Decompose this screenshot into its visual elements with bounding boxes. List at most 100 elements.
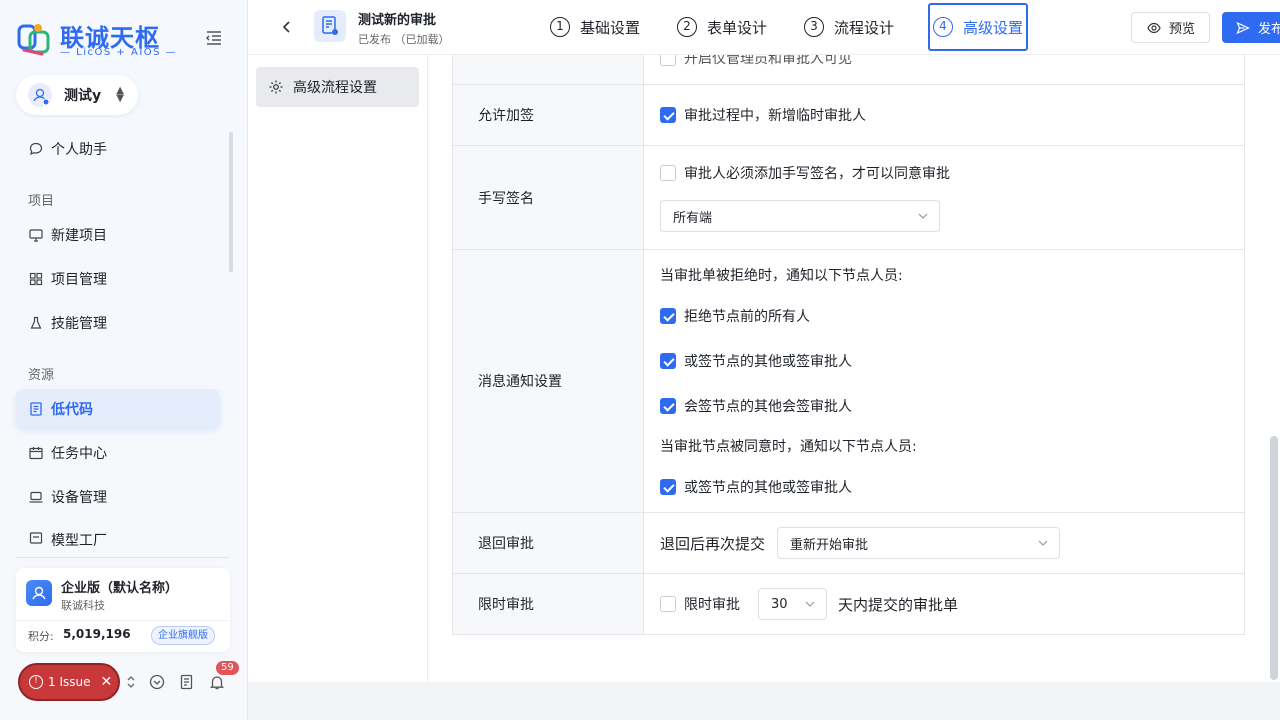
- row-value: 退回后再次提交 重新开始审批: [643, 512, 1245, 574]
- factory-icon: [29, 532, 43, 544]
- back-arrow-icon[interactable]: [278, 17, 296, 37]
- org-name: 企业版（默认名称）: [61, 581, 179, 596]
- nav-label: 技能管理: [51, 316, 107, 332]
- step-number: 2: [677, 17, 697, 37]
- step-number: 1: [550, 17, 570, 37]
- expand-collapse-icon[interactable]: [122, 673, 140, 691]
- brand-subtitle: — LicOS + AIOS —: [60, 47, 178, 58]
- workspace-select[interactable]: 测试y ▲ ▼: [16, 75, 138, 115]
- reject-notify-title: 当审批单被拒绝时，通知以下节点人员:: [660, 268, 903, 284]
- reject-option-checkbox[interactable]: [660, 308, 676, 324]
- nav-label: 项目管理: [51, 272, 107, 288]
- add-sign-option: 审批过程中，新增临时审批人: [684, 108, 866, 124]
- row-label: [452, 55, 644, 85]
- chevron-down-icon: [805, 601, 815, 607]
- workspace-avatar: [28, 83, 52, 107]
- nav-item-project-manage[interactable]: 项目管理: [16, 259, 220, 299]
- flask-icon: [30, 316, 42, 329]
- step-flow-design[interactable]: 3 流程设计: [804, 8, 894, 46]
- workspace-caret-icon: ▲ ▼: [116, 85, 124, 104]
- nav-advanced-flow-settings[interactable]: 高级流程设置: [256, 67, 419, 107]
- reject-option-checkbox[interactable]: [660, 398, 676, 414]
- step-label: 流程设计: [834, 18, 895, 37]
- row-value: 审批过程中，新增临时审批人: [643, 84, 1245, 146]
- step-label: 基础设置: [580, 18, 641, 37]
- monitor-icon: [29, 229, 43, 242]
- nav-item-model-factory[interactable]: 模型工厂: [16, 520, 220, 550]
- settings-nav-panel: 高级流程设置: [248, 55, 428, 682]
- add-sign-checkbox[interactable]: [660, 107, 676, 123]
- approve-option-label: 或签节点的其他或签审批人: [684, 480, 852, 496]
- handwrite-checkbox[interactable]: [660, 165, 676, 181]
- timelimit-suffix: 天内提交的审批单: [838, 595, 959, 614]
- chat-icon: [29, 142, 43, 156]
- timelimit-checkbox[interactable]: [660, 596, 676, 612]
- nav-section-resource: 资源: [28, 368, 55, 383]
- issue-label: 1 Issue: [48, 675, 91, 689]
- timelimit-days-select[interactable]: 30: [758, 588, 827, 620]
- step-number: 3: [804, 17, 824, 37]
- content-scrollbar[interactable]: [1270, 436, 1278, 680]
- step-form-design[interactable]: 2 表单设计: [677, 8, 767, 46]
- nav-item-task-center[interactable]: 任务中心: [16, 433, 220, 473]
- table-row: 消息通知设置 当审批单被拒绝时，通知以下节点人员: 拒绝节点前的所有人 或签节点…: [452, 249, 1245, 513]
- handwrite-option: 审批人必须添加手写签名，才可以同意审批: [684, 166, 950, 182]
- select-value: 所有端: [673, 210, 713, 226]
- nav-item-skill-manage[interactable]: 技能管理: [16, 303, 220, 343]
- document-icon: [30, 402, 42, 416]
- issue-button[interactable]: ! 1 Issue ✕: [18, 663, 120, 701]
- publish-button[interactable]: 发布: [1222, 12, 1280, 43]
- nav-item-device-manage[interactable]: 设备管理: [16, 477, 220, 517]
- gear-icon: [269, 80, 283, 94]
- step-advanced-settings[interactable]: 4 高级设置: [928, 3, 1029, 51]
- form-document-icon[interactable]: [178, 673, 196, 691]
- nav-label: 高级流程设置: [293, 80, 377, 96]
- step-basic-settings[interactable]: 1 基础设置: [550, 8, 640, 46]
- timelimit-option: 限时审批: [684, 597, 740, 613]
- table-row: 开启仅管理员和审批人可见: [452, 55, 1245, 85]
- reject-option-checkbox[interactable]: [660, 353, 676, 369]
- row-value: 开启仅管理员和审批人可见: [643, 55, 1245, 85]
- alert-icon: !: [29, 675, 43, 689]
- notify-label: 消息通知设置: [452, 249, 644, 513]
- form-icon: [314, 10, 346, 42]
- preview-button[interactable]: 预览: [1131, 12, 1210, 43]
- eye-icon: [1147, 22, 1161, 33]
- org-card[interactable]: 企业版（默认名称） 联诚科技 积分: 5,019,196 企业旗舰版: [16, 568, 230, 652]
- brand-logo[interactable]: 联诚天枢 — LicOS + AIOS —: [16, 16, 216, 62]
- row-value: 当审批单被拒绝时，通知以下节点人员: 拒绝节点前的所有人 或签节点的其他或签审批…: [643, 249, 1245, 513]
- table-row: 手写签名 审批人必须添加手写签名，才可以同意审批 所有端: [452, 145, 1245, 250]
- org-company: 联诚科技: [61, 599, 105, 612]
- publish-label: 发布: [1258, 22, 1280, 37]
- handwrite-platform-select[interactable]: 所有端: [660, 200, 940, 232]
- points-label: 积分:: [28, 630, 54, 643]
- notification-count-badge: 59: [216, 661, 239, 675]
- row-value: 限时审批 30 天内提交的审批单: [643, 573, 1245, 635]
- nav-item-assistant[interactable]: 个人助手: [16, 129, 220, 169]
- org-avatar: [26, 580, 52, 606]
- return-mode-select[interactable]: 重新开始审批: [777, 527, 1061, 559]
- bottom-strip: [248, 682, 1280, 720]
- reject-option-label: 会签节点的其他会签审批人: [684, 399, 852, 415]
- reject-option-label: 拒绝节点前的所有人: [684, 309, 810, 325]
- workspace-name: 测试y: [64, 88, 102, 104]
- points-value: 5,019,196: [63, 627, 131, 641]
- visibility-checkbox[interactable]: [660, 55, 676, 66]
- collapse-sidebar-icon[interactable]: [204, 28, 224, 48]
- form-status: 已发布 （已加载）: [358, 33, 450, 46]
- approve-notify-title: 当审批节点被同意时，通知以下节点人员:: [660, 439, 917, 455]
- org-divider: [16, 620, 230, 621]
- laptop-icon: [29, 491, 43, 503]
- nav-item-new-project[interactable]: 新建项目: [16, 215, 220, 255]
- step-label: 表单设计: [707, 18, 768, 37]
- nav-label: 新建项目: [51, 228, 107, 244]
- settings-content: 开启仅管理员和审批人可见 允许加签 审批过程中，新增临时审批人 手写签名 审批人…: [428, 55, 1280, 682]
- chevron-circle-down-icon[interactable]: [148, 673, 166, 691]
- form-title: 测试新的审批: [358, 13, 437, 28]
- close-icon[interactable]: ✕: [100, 674, 112, 690]
- sidebar-scrollbar[interactable]: [229, 132, 233, 272]
- approve-option-checkbox[interactable]: [660, 479, 676, 495]
- nav-item-lowcode[interactable]: 低代码: [16, 389, 220, 429]
- bell-icon[interactable]: [208, 673, 226, 691]
- logo-mark-icon: [17, 24, 50, 56]
